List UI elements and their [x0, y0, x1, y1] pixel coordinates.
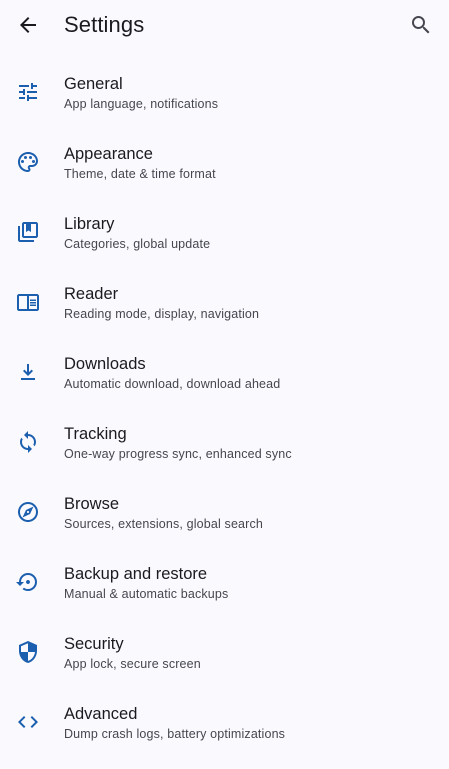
top-app-bar: Settings — [0, 0, 449, 52]
palette-icon — [16, 150, 40, 174]
tune-icon — [16, 80, 40, 104]
settings-item-security[interactable]: Security App lock, secure screen — [0, 617, 449, 687]
item-subtitle: Categories, global update — [64, 237, 211, 251]
item-title: Library — [64, 215, 115, 233]
item-subtitle: Theme, date & time format — [64, 167, 216, 181]
item-subtitle: Reading mode, display, navigation — [64, 307, 260, 321]
item-subtitle: Manual & automatic backups — [64, 587, 229, 601]
item-subtitle: Sources, extensions, global search — [64, 517, 263, 531]
settings-list: General App language, notifications Appe… — [0, 57, 449, 757]
item-title: Security — [64, 635, 124, 653]
search-icon — [412, 16, 430, 34]
arrow-back-icon — [20, 17, 36, 33]
settings-item-appearance[interactable]: Appearance Theme, date & time format — [0, 127, 449, 197]
page-title: Settings — [64, 12, 145, 37]
item-title: Tracking — [64, 425, 127, 443]
item-subtitle: One-way progress sync, enhanced sync — [64, 447, 292, 461]
item-title: Reader — [64, 285, 119, 303]
sync-icon — [16, 430, 40, 454]
search-button[interactable] — [399, 3, 443, 47]
settings-item-general[interactable]: General App language, notifications — [0, 57, 449, 127]
settings-item-downloads[interactable]: Downloads Automatic download, download a… — [0, 337, 449, 407]
settings-item-advanced[interactable]: Advanced Dump crash logs, battery optimi… — [0, 687, 449, 757]
item-subtitle: Dump crash logs, battery optimizations — [64, 727, 286, 741]
back-button[interactable] — [6, 3, 50, 47]
item-title: Appearance — [64, 145, 153, 163]
settings-item-tracking[interactable]: Tracking One-way progress sync, enhanced… — [0, 407, 449, 477]
settings-item-reader[interactable]: Reader Reading mode, display, navigation — [0, 267, 449, 337]
item-title: Backup and restore — [64, 565, 208, 583]
item-subtitle: App language, notifications — [64, 97, 219, 111]
item-title: General — [64, 75, 123, 93]
settings-item-library[interactable]: Library Categories, global update — [0, 197, 449, 267]
download-icon — [16, 360, 40, 384]
item-title: Downloads — [64, 355, 146, 373]
item-subtitle: Automatic download, download ahead — [64, 377, 281, 391]
shield-icon — [16, 640, 40, 664]
settings-item-browse[interactable]: Browse Sources, extensions, global searc… — [0, 477, 449, 547]
settings-item-backup[interactable]: Backup and restore Manual & automatic ba… — [0, 547, 449, 617]
compass-icon — [16, 500, 40, 524]
item-title: Browse — [64, 495, 120, 513]
library-icon — [16, 220, 40, 244]
backup-restore-icon — [16, 570, 40, 594]
item-title: Advanced — [64, 705, 138, 723]
code-icon — [16, 710, 40, 734]
reader-icon — [16, 290, 40, 314]
item-subtitle: App lock, secure screen — [64, 657, 201, 671]
